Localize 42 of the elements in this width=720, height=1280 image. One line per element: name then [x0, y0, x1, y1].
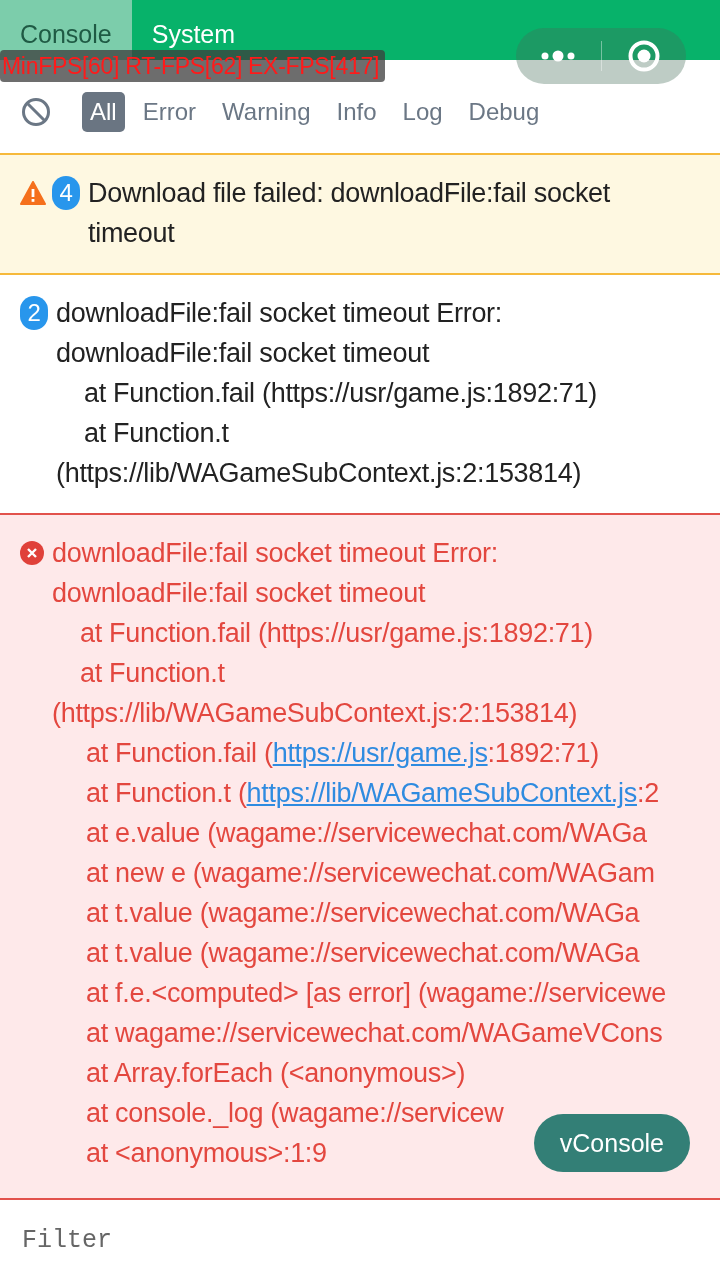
stack-frame-line: at console._log (wagame://servicew: [85, 1097, 504, 1130]
stack-frame-line: at Function.fail (https://usr/game.js:1892:71): [85, 737, 599, 770]
stack-frame-line: at Function.fail (https://usr/game.js:1892:71): [83, 377, 597, 410]
source-link[interactable]: https://usr/game.js: [272, 738, 488, 768]
vconsole-button[interactable]: vConsole: [533, 1114, 690, 1172]
stack-frame-line: at Function.fail (https://usr/game.js:1892:71): [79, 617, 593, 650]
clear-icon: [21, 96, 51, 127]
log-message-line: downloadFile:fail socket timeout Error:: [52, 537, 498, 570]
log-message-line: (https://lib/WAGameSubContext.js:2:153814): [52, 697, 578, 730]
log-message-line: downloadFile:fail socket timeout: [56, 337, 430, 370]
source-link[interactable]: https://lib/WAGameSubContext.js: [246, 778, 637, 808]
filter-tab[interactable]: All: [82, 91, 125, 132]
filter-tab[interactable]: Log: [394, 91, 451, 132]
stack-frame-line: at new e (wagame://servicewechat.com/WAGam: [85, 857, 655, 890]
stack-frame-line: at t.value (wagame://servicewechat.com/WAGa: [85, 937, 640, 970]
more-icon: [540, 50, 577, 62]
stack-frame-line: at <anonymous>:1:9: [85, 1137, 327, 1170]
repeat-count-badge: 2: [20, 296, 48, 330]
filter-tab[interactable]: Error: [134, 91, 204, 132]
filter-tab[interactable]: Info: [328, 91, 385, 132]
repeat-count-badge: 4: [52, 176, 80, 210]
warning-icon: [20, 181, 46, 205]
stack-frame-line: at wagame://servicewechat.com/WAGameVCons: [85, 1017, 663, 1050]
filter-tab[interactable]: Warning: [214, 91, 319, 132]
clear-button[interactable]: [20, 95, 52, 128]
log-message-line: Download file failed: downloadFile:fail socket: [88, 177, 610, 210]
log-message-line: downloadFile:fail socket timeout Error:: [56, 297, 502, 330]
filter-tab[interactable]: Debug: [460, 91, 548, 132]
stack-frame-line: at t.value (wagame://servicewechat.com/WAGa: [85, 897, 640, 930]
record-icon: [626, 39, 661, 73]
stack-frame-line: at Function.t: [79, 657, 225, 690]
stack-frame-line: at e.value (wagame://servicewechat.com/WAGa: [85, 817, 647, 850]
stack-frame-line: at f.e.<computed> [as error] (wagame://servicewe: [85, 977, 666, 1010]
error-icon: [20, 541, 44, 565]
log-message-line: downloadFile:fail socket timeout: [52, 577, 426, 610]
stack-frame-line: at Function.t (https://lib/WAGameSubContext.js:2: [85, 777, 659, 810]
log-message-line: timeout: [88, 217, 175, 250]
stack-frame-line: at Function.t: [83, 417, 229, 450]
fps-overlay: MinFPS[60] RT-FPS[62] EX-FPS[417]: [0, 50, 385, 82]
log-message-line: (https://lib/WAGameSubContext.js:2:153814): [56, 457, 582, 490]
filter-input-field[interactable]: Filter: [20, 1224, 684, 1256]
stack-frame-line: at Array.forEach (<anonymous>): [85, 1057, 466, 1090]
